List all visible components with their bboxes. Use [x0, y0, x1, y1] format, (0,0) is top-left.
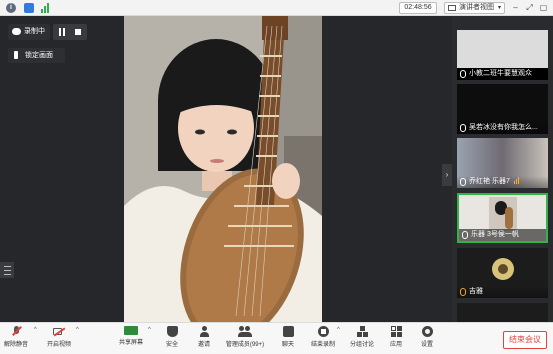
settings-button[interactable]: 设置 — [419, 326, 435, 354]
chat-button[interactable]: 聊天 — [280, 326, 296, 354]
speaker-video — [124, 16, 322, 322]
lock-view-button[interactable]: 锁定画面 — [8, 48, 65, 63]
participant-tile[interactable]: 乔红艳 乐器7 — [457, 138, 548, 188]
mute-button[interactable]: 解除静音 — [4, 326, 28, 354]
mic-icon — [462, 231, 468, 239]
breakout-icon — [356, 326, 368, 337]
mic-icon — [460, 70, 466, 78]
members-icon — [238, 326, 252, 337]
fullscreen-icon[interactable]: ⤢ — [525, 3, 534, 12]
participant-tile[interactable]: 吴若冰没有你我怎么... — [457, 84, 548, 134]
end-meeting-button[interactable]: 结束会议 — [503, 331, 547, 349]
stop-icon[interactable] — [75, 29, 81, 35]
participant-name: 吴若冰没有你我怎么... — [457, 122, 548, 134]
chevron-up-icon[interactable]: ^ — [76, 327, 79, 333]
participant-tile[interactable]: 吉雅 — [457, 248, 548, 298]
chat-icon — [282, 326, 294, 337]
mic-icon — [460, 124, 466, 132]
lock-view-label: 锁定画面 — [25, 52, 53, 59]
video-button[interactable]: 开启视频 — [45, 326, 73, 354]
meeting-timer: 02:48:56 — [399, 2, 437, 14]
recording-controls — [53, 24, 87, 40]
chevron-right-icon[interactable]: › — [442, 164, 452, 186]
participant-panel: 小教二班牛要慧观众 吴若冰没有你我怎么... 乔红艳 乐器7 乐器 3号侯一帆 … — [452, 16, 553, 322]
view-label: 演讲者视图 — [459, 4, 494, 11]
participant-tile[interactable] — [457, 303, 548, 322]
speaker-view-icon — [448, 5, 456, 11]
apps-icon — [390, 326, 402, 337]
invite-button[interactable]: 邀请 — [194, 326, 214, 354]
security-button[interactable]: 安全 — [162, 326, 182, 354]
participant-tile[interactable]: 小教二班牛要慧观众 — [457, 30, 548, 80]
speaker-video-image — [124, 16, 322, 322]
participant-name: 吉雅 — [457, 286, 548, 298]
side-menu-icon[interactable] — [0, 262, 14, 278]
minimize-icon[interactable]: – — [511, 3, 520, 12]
mic-icon — [460, 178, 466, 186]
shield-icon[interactable] — [24, 3, 34, 13]
top-bar: i 02:48:56 演讲者视图 ▾ – ⤢ ▢ — [0, 0, 553, 16]
mic-icon — [460, 288, 466, 296]
stop-recording-button[interactable]: 结束录制 — [311, 326, 335, 354]
pause-icon[interactable] — [59, 28, 65, 36]
chevron-up-icon[interactable]: ^ — [34, 327, 37, 333]
share-screen-button[interactable]: 共享屏幕 — [117, 326, 145, 354]
participant-tile-active[interactable]: 乐器 3号侯一帆 — [457, 193, 548, 243]
invite-icon — [199, 326, 210, 337]
members-button[interactable]: 管理成员(99+) — [224, 326, 266, 354]
chevron-up-icon[interactable]: ^ — [148, 327, 151, 333]
apps-button[interactable]: 应用 — [388, 326, 404, 354]
close-icon[interactable]: ▢ — [539, 3, 548, 12]
recording-status-label: 录制中 — [24, 28, 45, 35]
recording-status: 录制中 — [8, 24, 50, 40]
share-screen-icon — [124, 326, 138, 335]
record-stop-icon — [317, 326, 329, 337]
pin-icon — [14, 51, 18, 59]
audio-level-icon — [513, 177, 520, 188]
main-stage: 录制中 锁定画面 › — [0, 16, 452, 322]
video-off-icon — [52, 326, 66, 337]
speaker-view-button[interactable]: 演讲者视图 ▾ — [444, 2, 505, 14]
breakout-button[interactable]: 分组讨论 — [349, 326, 375, 354]
participant-name: 乐器 3号侯一帆 — [459, 229, 546, 241]
security-icon — [166, 326, 178, 337]
cloud-icon — [12, 28, 21, 35]
participant-name: 小教二班牛要慧观众 — [457, 68, 548, 80]
mic-off-icon — [11, 326, 22, 337]
chevron-up-icon[interactable]: ^ — [337, 327, 340, 333]
bottom-toolbar: 解除静音 ^ 开启视频 ^ 共享屏幕 ^ 安全 邀请 管理成员(99+) 聊天 … — [0, 322, 553, 354]
participant-name: 乔红艳 乐器7 — [457, 176, 548, 188]
signal-icon[interactable] — [41, 3, 51, 13]
chevron-down-icon: ▾ — [497, 5, 501, 11]
info-icon[interactable]: i — [6, 3, 16, 13]
settings-icon — [421, 326, 433, 337]
